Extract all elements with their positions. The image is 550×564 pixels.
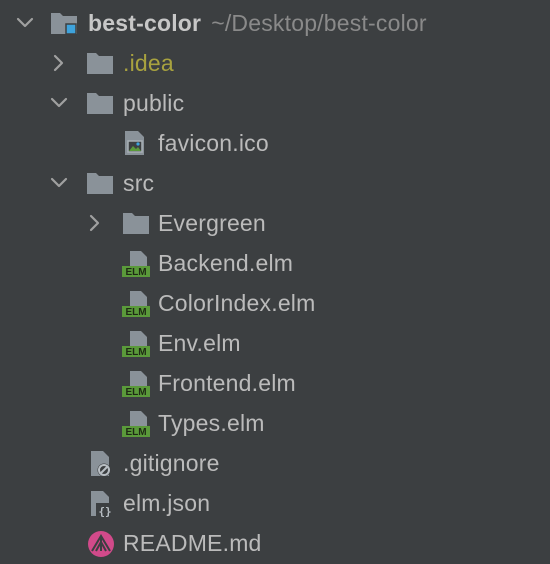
- tree-item-label: Evergreen: [158, 210, 266, 236]
- tree-row-frontend-elm[interactable]: ELM Frontend.elm: [0, 363, 550, 403]
- tree-item-label: elm.json: [123, 490, 211, 516]
- tree-row-colorindex-elm[interactable]: ELM ColorIndex.elm: [0, 283, 550, 323]
- folder-icon: [86, 90, 113, 116]
- elm-file-icon: ELM: [121, 330, 150, 358]
- folder-icon: [86, 50, 113, 76]
- tree-row-root[interactable]: best-color ~/Desktop/best-color: [0, 3, 550, 43]
- project-tree: best-color ~/Desktop/best-color .idea pub…: [0, 0, 550, 564]
- tree-row-env-elm[interactable]: ELM Env.elm: [0, 323, 550, 363]
- tree-row-gitignore[interactable]: .gitignore: [0, 443, 550, 483]
- elm-badge-text: ELM: [125, 427, 146, 438]
- svg-text:{}: {}: [98, 505, 111, 518]
- ignore-file-icon: [87, 450, 113, 477]
- tree-item-label: Frontend.elm: [158, 370, 296, 396]
- markdown-file-icon: [87, 530, 114, 557]
- chevron-down-icon[interactable]: [48, 92, 70, 114]
- elm-badge-text: ELM: [125, 387, 146, 398]
- elm-badge-text: ELM: [125, 267, 146, 278]
- tree-item-label: ColorIndex.elm: [158, 290, 316, 316]
- tree-row-backend-elm[interactable]: ELM Backend.elm: [0, 243, 550, 283]
- json-file-icon: {}: [87, 490, 114, 518]
- chevron-right-icon[interactable]: [84, 212, 106, 234]
- root-name: best-color: [88, 10, 202, 36]
- elm-file-icon: ELM: [121, 250, 150, 278]
- image-file-icon: [122, 130, 148, 156]
- tree-row-elm-json[interactable]: {} elm.json: [0, 483, 550, 523]
- folder-icon: [86, 170, 113, 196]
- tree-item-label: public: [123, 90, 185, 116]
- elm-badge-text: ELM: [125, 347, 146, 358]
- elm-file-icon: ELM: [121, 290, 150, 318]
- elm-file-icon: ELM: [121, 410, 150, 438]
- elm-file-icon: ELM: [121, 370, 150, 398]
- tree-row-types-elm[interactable]: ELM Types.elm: [0, 403, 550, 443]
- tree-row-idea[interactable]: .idea: [0, 43, 550, 83]
- tree-item-label: Backend.elm: [158, 250, 294, 276]
- elm-badge-text: ELM: [125, 307, 146, 318]
- tree-row-src[interactable]: src: [0, 163, 550, 203]
- chevron-down-icon[interactable]: [48, 172, 70, 194]
- tree-item-label: .gitignore: [123, 450, 220, 476]
- tree-item-label: Types.elm: [158, 410, 265, 436]
- chevron-down-icon[interactable]: [14, 12, 36, 34]
- tree-item-label: Env.elm: [158, 330, 241, 356]
- tree-row-favicon[interactable]: favicon.ico: [0, 123, 550, 163]
- chevron-right-icon[interactable]: [48, 52, 70, 74]
- root-path: ~/Desktop/best-color: [211, 10, 427, 36]
- tree-row-evergreen[interactable]: Evergreen: [0, 203, 550, 243]
- tree-item-label: README.md: [123, 530, 262, 556]
- tree-item-label: src: [123, 170, 155, 196]
- module-folder-icon: [50, 10, 77, 36]
- tree-item-label: favicon.ico: [158, 130, 269, 156]
- tree-row-public[interactable]: public: [0, 83, 550, 123]
- tree-row-readme[interactable]: README.md: [0, 523, 550, 563]
- tree-item-label: .idea: [123, 50, 174, 76]
- folder-icon: [122, 210, 149, 236]
- root-label: best-color ~/Desktop/best-color: [88, 11, 427, 35]
